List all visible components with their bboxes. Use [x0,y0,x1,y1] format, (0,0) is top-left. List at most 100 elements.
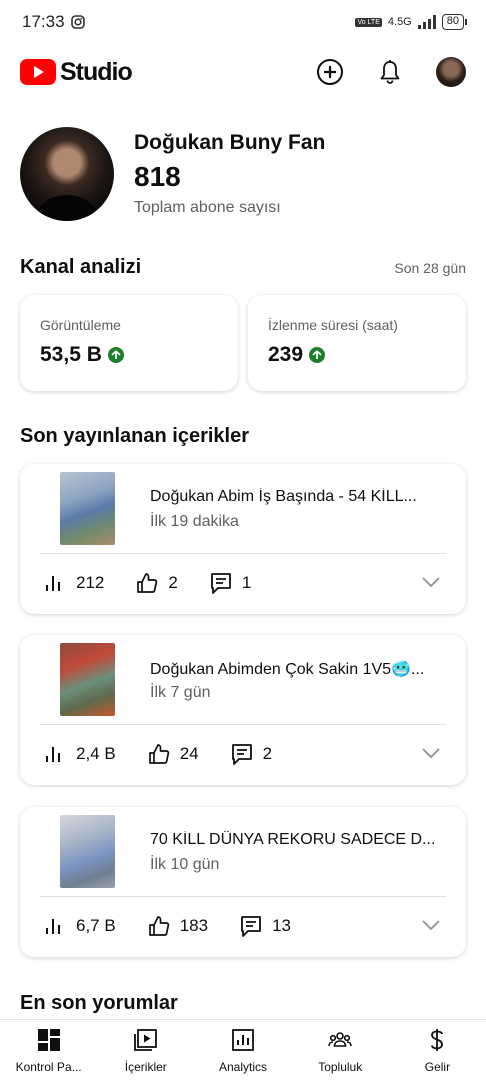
nav-label: Topluluk [318,1060,363,1074]
metric-value: 239 [268,343,304,366]
bar-chart-icon [46,747,60,762]
nav-label: Kontrol Pa... [15,1060,82,1074]
comments-stat: 1 [210,572,251,594]
nav-label: Gelir [424,1060,451,1074]
recent-content-title: Son yayınlanan içerikler [20,425,249,447]
bar-chart-icon [46,919,60,934]
divider [40,724,446,725]
nav-content[interactable]: İçerikler [97,1020,194,1080]
video-thumbnail[interactable] [60,472,115,545]
status-right: Vo LTE 4.5G 80 [355,14,468,30]
video-title: Doğukan Abimden Çok Sakin 1V5🥶... [150,661,425,678]
metric-row: 239 [268,343,446,367]
volte-badge: Vo LTE [355,17,382,27]
likes-stat: 2 [136,572,178,594]
youtube-play-icon [20,59,56,85]
signal-icon [417,15,436,29]
views-stat: 6,7 B [44,915,116,937]
create-button[interactable] [316,58,344,86]
latest-comments-title: En son yorumlar [20,992,178,1014]
dashboard-icon [37,1029,60,1051]
video-age: İlk 10 gün [150,856,220,873]
views-count: 212 [76,573,105,592]
comments-stat: 13 [240,915,291,937]
nav-community[interactable]: Topluluk [292,1020,389,1080]
chevron-down-icon[interactable] [422,919,440,931]
views-stat: 2,4 B [44,743,116,765]
video-thumbnail[interactable] [60,815,115,888]
battery-indicator: 80 [441,14,468,30]
bottom-navigation: Kontrol Pa... İçerikler Analytics Toplul… [0,1019,486,1080]
views-metric-card[interactable]: Görüntüleme 53,5 B [20,295,238,391]
thumbs-up-icon [148,744,169,764]
comment-icon [210,573,231,594]
youtube-studio-logo[interactable]: Studio [20,57,133,87]
thumbs-up-icon [137,573,158,593]
chevron-down-icon[interactable] [422,576,440,588]
likes-count: 24 [179,744,199,763]
video-thumbnail[interactable] [60,643,115,716]
status-time: 17:33 [22,12,65,31]
app-actions [316,57,466,87]
bar-chart-icon [46,576,60,591]
trend-up-icon [107,347,124,363]
video-stats: 6,7 B 183 13 [44,915,323,937]
metric-label: İzlenme süresi (saat) [268,317,398,333]
analytics-icon [232,1029,254,1051]
comment-icon [241,916,261,937]
recent-content-header: Son yayınlanan içerikler [20,425,466,448]
views-stat: 212 [44,572,104,594]
analytics-header: Kanal analizi Son 28 gün [20,256,466,279]
likes-stat: 183 [148,915,208,937]
video-title: Doğukan Abim İş Başında - 54 KİLL... [150,488,417,505]
metric-label: Görüntüleme [40,317,121,333]
nav-label: Analytics [218,1060,268,1074]
status-left: 17:33 [22,12,85,32]
dollar-icon [431,1029,444,1051]
account-avatar[interactable] [436,57,466,87]
analytics-period: Son 28 gün [394,259,466,276]
bell-icon [380,60,400,84]
content-card[interactable]: 70 KİLL DÜNYA REKORU SADECE D... İlk 10 … [20,807,466,957]
video-stats: 212 2 1 [44,572,283,594]
views-count: 2,4 B [76,744,116,763]
nav-dashboard[interactable]: Kontrol Pa... [0,1020,97,1080]
comments-stat: 2 [231,743,272,765]
nav-label: İçerikler [124,1060,167,1074]
content-card[interactable]: Doğukan Abimden Çok Sakin 1V5🥶... İlk 7 … [20,635,466,785]
video-title: 70 KİLL DÜNYA REKORU SADECE D... [150,831,436,848]
watch-time-metric-card[interactable]: İzlenme süresi (saat) 239 [248,295,466,391]
nav-analytics[interactable]: Analytics [194,1020,291,1080]
thumbs-up-icon [148,916,169,936]
comment-icon [231,744,252,765]
comments-count: 2 [262,744,273,763]
network-type: 4.5G [387,16,412,28]
divider [40,553,446,554]
video-age: İlk 19 dakika [150,513,239,530]
app-bar: Studio [0,44,486,100]
status-bar: 17:33 Vo LTE 4.5G 80 [0,0,486,44]
content-card[interactable]: Doğukan Abim İş Başında - 54 KİLL... İlk… [20,464,466,614]
metric-row: 53,5 B [40,343,218,367]
notifications-button[interactable] [376,58,404,86]
chevron-down-icon[interactable] [422,747,440,759]
content-icon [133,1029,157,1051]
analytics-title: Kanal analizi [20,256,142,278]
likes-count: 2 [168,573,178,592]
trend-up-icon [309,347,326,363]
add-circle-icon [317,59,343,85]
channel-avatar[interactable] [20,127,114,221]
community-icon [328,1032,353,1047]
instagram-icon [70,15,85,29]
metric-value: 53,5 B [40,343,102,366]
divider [40,896,446,897]
subscriber-label: Toplam abone sayısı [134,199,281,216]
likes-stat: 24 [148,743,199,765]
likes-count: 183 [179,916,209,935]
nav-earn[interactable]: Gelir [389,1020,486,1080]
comments-count: 13 [272,916,291,935]
channel-info: Doğukan Buny Fan 818 Toplam abone sayısı [134,131,325,217]
channel-header: Doğukan Buny Fan 818 Toplam abone sayısı [20,126,466,222]
logo-text: Studio [60,57,133,86]
comments-count: 1 [241,573,252,592]
